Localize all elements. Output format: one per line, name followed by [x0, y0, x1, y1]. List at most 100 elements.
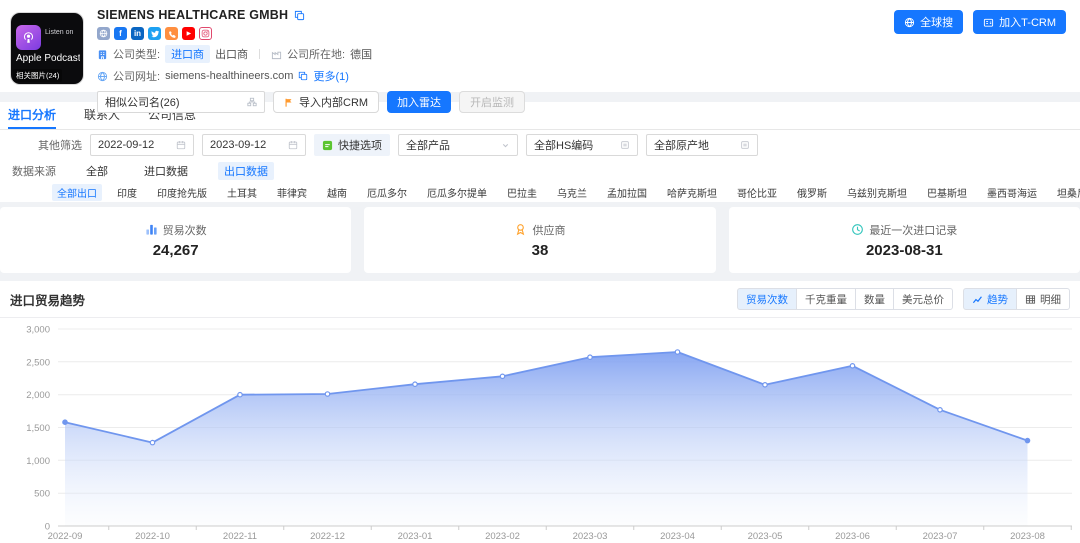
data-source-option-1[interactable]: 进口数据 [138, 162, 194, 180]
metric-button-3[interactable]: 美元总价 [893, 288, 953, 310]
region-tab-3[interactable]: 土耳其 [222, 184, 262, 201]
svg-text:2,500: 2,500 [26, 357, 50, 368]
svg-text:1,500: 1,500 [26, 423, 50, 434]
youtube-icon[interactable] [182, 27, 195, 40]
join-tcrm-button[interactable]: 加入T-CRM [973, 10, 1066, 34]
copy-website-icon[interactable] [298, 71, 308, 81]
region-tab-7[interactable]: 厄瓜多尔提单 [422, 184, 492, 201]
company-type-label: 公司类型: [113, 46, 160, 62]
data-source-label: 数据来源 [12, 163, 56, 179]
instagram-icon[interactable] [199, 27, 212, 40]
region-tab-8[interactable]: 巴拉圭 [502, 184, 542, 201]
product-select[interactable]: 全部产品 [398, 134, 518, 156]
trend-header: 进口贸易趋势 贸易次数千克重量数量美元总价 趋势明细 [0, 281, 1080, 318]
trend-title: 进口贸易趋势 [10, 290, 85, 309]
card-icon [983, 17, 994, 28]
twitter-icon[interactable] [148, 27, 161, 40]
tab-0[interactable]: 进口分析 [8, 102, 56, 129]
view-button-1[interactable]: 明细 [1016, 288, 1070, 310]
copy-icon[interactable] [294, 10, 305, 21]
region-tab-4[interactable]: 菲律宾 [272, 184, 312, 201]
date-from-input[interactable]: 2022-09-12 [90, 134, 194, 156]
quick-options-button[interactable]: 快捷选项 [314, 134, 390, 156]
location-label: 公司所在地: [287, 46, 345, 62]
start-monitor-button[interactable]: 开启监测 [459, 91, 525, 113]
date-to-input[interactable]: 2023-09-12 [202, 134, 306, 156]
data-source-row: 数据来源 全部 进口数据 出口数据 [0, 160, 1080, 182]
website-value[interactable]: siemens-healthineers.com [165, 70, 293, 82]
more-link[interactable]: 更多(1) [313, 68, 348, 84]
related-images-caption: 相关图片(24) [13, 69, 62, 82]
calendar-icon [288, 140, 298, 150]
stat-label: 供应商 [532, 222, 565, 238]
origin-select[interactable]: 全部原产地 [646, 134, 758, 156]
view-button-group: 趋势明细 [963, 288, 1070, 310]
data-source-option-0[interactable]: 全部 [80, 162, 114, 180]
company-image[interactable]: Listen on Apple Podcasts 相关图片(24) [10, 12, 84, 85]
svg-text:2023-01: 2023-01 [398, 531, 433, 542]
region-tab-16[interactable]: 墨西哥海运 [982, 184, 1042, 201]
stat-label: 最近一次进口记录 [869, 222, 957, 238]
svg-text:2023-08: 2023-08 [1010, 531, 1045, 542]
data-source-option-2[interactable]: 出口数据 [218, 162, 274, 180]
chevron-down-icon [501, 141, 510, 150]
region-tab-15[interactable]: 巴基斯坦 [922, 184, 972, 201]
view-button-0[interactable]: 趋势 [963, 288, 1017, 310]
page: Listen on Apple Podcasts 相关图片(24) SIEMEN… [0, 0, 1080, 543]
website-label: 公司网址: [113, 68, 160, 84]
svg-text:2023-04: 2023-04 [660, 531, 695, 542]
calendar-icon [176, 140, 186, 150]
company-type-import-tag[interactable]: 进口商 [165, 45, 210, 63]
quick-options-icon [322, 140, 333, 151]
badge-brand-text: Apple Podcasts [16, 53, 80, 64]
region-list: 全部出口印度印度抢先版土耳其菲律宾越南厄瓜多尔厄瓜多尔提单巴拉圭乌克兰孟加拉国哈… [52, 184, 1080, 201]
hs-code-select[interactable]: 全部HS编码 [526, 134, 638, 156]
stat-card-2: 最近一次进口记录2023-08-31 [729, 207, 1080, 273]
trend-controls: 贸易次数千克重量数量美元总价 趋势明细 [737, 288, 1070, 310]
list-select-icon [740, 140, 750, 150]
facebook-icon[interactable]: f [114, 27, 127, 40]
global-search-button[interactable]: 全球搜 [894, 10, 963, 34]
region-tab-2[interactable]: 印度抢先版 [152, 184, 212, 201]
website-icon[interactable] [97, 27, 110, 40]
svg-text:2023-05: 2023-05 [748, 531, 783, 542]
add-radar-button[interactable]: 加入雷达 [387, 91, 451, 113]
region-tab-13[interactable]: 俄罗斯 [792, 184, 832, 201]
region-tab-14[interactable]: 乌兹别克斯坦 [842, 184, 912, 201]
region-tab-5[interactable]: 越南 [322, 184, 352, 201]
social-icons-row: fin [97, 27, 525, 40]
supplier-icon [514, 223, 527, 236]
linkedin-icon[interactable]: in [131, 27, 144, 40]
globe-icon [97, 71, 108, 82]
list-select-icon [620, 140, 630, 150]
region-tab-6[interactable]: 厄瓜多尔 [362, 184, 412, 201]
region-tab-11[interactable]: 哈萨克斯坦 [662, 184, 722, 201]
clock-icon [851, 223, 864, 236]
metric-button-0[interactable]: 贸易次数 [737, 288, 797, 310]
metric-button-group: 贸易次数千克重量数量美元总价 [737, 288, 953, 310]
region-tab-1[interactable]: 印度 [112, 184, 142, 201]
company-name: SIEMENS HEALTHCARE GMBH [97, 8, 288, 22]
company-type-export-text[interactable]: 出口商 [215, 46, 248, 62]
apple-podcasts-icon [16, 25, 41, 50]
region-tab-12[interactable]: 哥伦比亚 [732, 184, 782, 201]
svg-text:2023-03: 2023-03 [573, 531, 608, 542]
stat-value: 24,267 [153, 242, 199, 259]
stat-card-1: 供应商38 [364, 207, 715, 273]
region-tab-17[interactable]: 坦桑尼亚 [1052, 184, 1080, 201]
region-tab-10[interactable]: 孟加拉国 [602, 184, 652, 201]
divider [259, 49, 260, 59]
region-tab-0[interactable]: 全部出口 [52, 184, 102, 201]
stat-cards: 贸易次数24,267供应商38最近一次进口记录2023-08-31 [0, 202, 1080, 281]
similar-company-input[interactable]: 相似公司名(26) [97, 91, 265, 113]
metric-button-1[interactable]: 千克重量 [796, 288, 856, 310]
region-tab-9[interactable]: 乌克兰 [552, 184, 592, 201]
metric-button-2[interactable]: 数量 [855, 288, 894, 310]
region-tabs-row: 全部出口印度印度抢先版土耳其菲律宾越南厄瓜多尔厄瓜多尔提单巴拉圭乌克兰孟加拉国哈… [0, 182, 1080, 202]
import-crm-button[interactable]: 导入内部CRM [273, 91, 379, 113]
svg-text:2023-06: 2023-06 [835, 531, 870, 542]
filter-bar: 其他筛选 2022-09-12 2023-09-12 快捷选项 全部产品 全部H… [0, 130, 1080, 160]
company-header: Listen on Apple Podcasts 相关图片(24) SIEMEN… [0, 0, 1080, 92]
phone-icon[interactable] [165, 27, 178, 40]
trend-area-chart: 05001,0001,5002,0002,5003,0002022-092022… [0, 318, 1080, 543]
